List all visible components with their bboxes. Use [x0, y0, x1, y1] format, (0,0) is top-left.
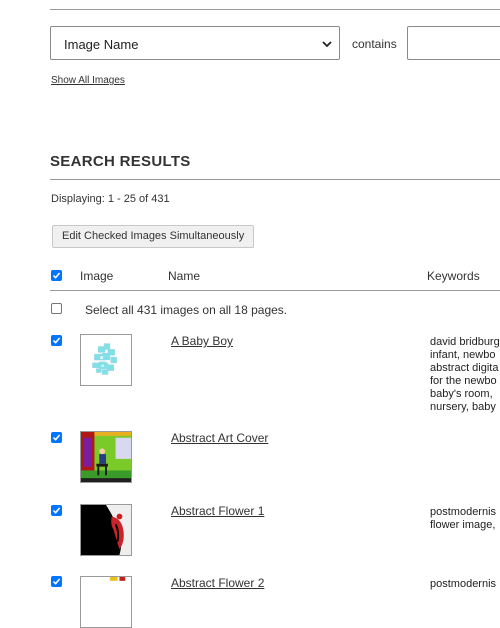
- displaying-count: Displaying: 1 - 25 of 431: [51, 193, 170, 205]
- column-header-name[interactable]: Name: [168, 269, 200, 283]
- image-name-link[interactable]: Abstract Art Cover: [171, 431, 268, 445]
- keywords-cell: postmodernis: [430, 578, 497, 590]
- check-icon: [52, 434, 61, 441]
- row-checkbox[interactable]: [51, 335, 62, 346]
- select-page-checkbox[interactable]: [51, 270, 62, 281]
- image-name-link[interactable]: A Baby Boy: [171, 334, 233, 348]
- abstract-flower-thumbnail[interactable]: [80, 504, 132, 556]
- top-divider: [50, 9, 500, 10]
- abstract-art-cover-thumbnail[interactable]: [80, 431, 132, 483]
- row-checkbox[interactable]: [51, 432, 62, 443]
- abstract-baby-art-thumbnail[interactable]: [80, 334, 132, 386]
- title-divider: [50, 179, 500, 180]
- check-icon: [52, 337, 61, 344]
- section-title: SEARCH RESULTS: [50, 153, 191, 170]
- check-icon: [52, 272, 61, 279]
- check-icon: [52, 507, 61, 514]
- field-select[interactable]: Image Name: [50, 26, 340, 60]
- edit-checked-button[interactable]: Edit Checked Images Simultaneously: [52, 225, 255, 248]
- select-all-checkbox[interactable]: [51, 303, 62, 314]
- keywords-cell: postmodernis flower image,: [430, 506, 497, 531]
- column-header-image[interactable]: Image: [80, 269, 113, 283]
- header-divider: [50, 290, 500, 291]
- image-name-link[interactable]: Abstract Flower 2: [171, 576, 264, 590]
- row-checkbox[interactable]: [51, 576, 62, 587]
- image-name-link[interactable]: Abstract Flower 1: [171, 504, 264, 518]
- select-all-label: Select all 431 images on all 18 pages.: [85, 303, 288, 317]
- operator-label: contains: [352, 37, 397, 51]
- show-all-images-link[interactable]: Show All Images: [51, 75, 125, 86]
- field-select-value: Image Name: [64, 37, 139, 52]
- abstract-flower-2-thumbnail[interactable]: [80, 576, 132, 628]
- row-checkbox[interactable]: [51, 505, 62, 516]
- keywords-cell: david bridburg, infant, newbo abstract d…: [430, 336, 500, 413]
- column-header-keywords[interactable]: Keywords: [427, 269, 480, 283]
- search-value-input[interactable]: [407, 26, 500, 60]
- chevron-down-icon: [322, 41, 332, 48]
- check-icon: [52, 578, 61, 585]
